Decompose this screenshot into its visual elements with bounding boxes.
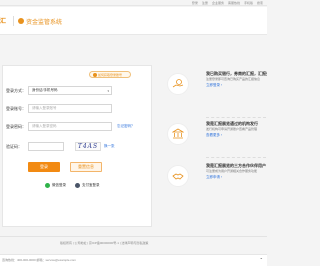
password-input[interactable]: 请输入登录密码 — [28, 122, 112, 131]
account-tip-link[interactable]: 如何获取登录账号 — [89, 71, 131, 78]
captcha-refresh-link[interactable]: 换一张 — [104, 144, 115, 149]
side-item-partner: 我是汇报展览的三方合作伙伴用户 可注册成为用户开通相关合作服务功能 立即申请 › — [167, 163, 267, 193]
forgot-password-link[interactable]: 忘记密码？ — [117, 124, 135, 129]
side-item-institution: 我是汇报展览通过的机构发行 发行机构可申请开通账户查看产品管理 查看更多 › — [167, 121, 267, 151]
side-link-institution[interactable]: 查看更多 › — [206, 133, 222, 138]
contact-info: 咨询热线：400-000-0000 邮箱：service@example.com — [2, 258, 76, 262]
side-link-partner[interactable]: 立即申请 › — [206, 175, 222, 180]
side-item-buyer: 我已购买银行，券商的汇报，汇报查看 注册登录即可查询已购买产品的汇报信息 立即登… — [167, 71, 267, 101]
wechat-login-label: 微信登录 — [52, 183, 66, 187]
account-label: 登录账号： — [6, 106, 26, 111]
brand-icon — [18, 18, 24, 24]
chevron-down-icon: ▾ — [107, 88, 109, 93]
footer-text: 版权所有 | 公司地址 | 京ICP备00000000号-1 | 法律声明与隐私… — [60, 241, 149, 245]
main-area: 如何获取登录账号 登录方式： 身份证/手机号码 ▾ 登录账号： 请输入登录账号 … — [0, 35, 267, 236]
topnav-register[interactable]: 注册 — [202, 1, 208, 5]
captcha-row: 验证码： T4AS 换一张 — [3, 142, 153, 152]
side-link-buyer[interactable]: 立即登录 › — [206, 83, 222, 88]
topnav-enterprise[interactable]: 企业服务 — [212, 1, 224, 5]
account-input[interactable]: 请输入登录账号 — [28, 104, 112, 113]
handshake-icon — [167, 165, 189, 187]
wechat-icon — [45, 183, 50, 188]
login-type-label: 登录方式： — [6, 88, 26, 93]
account-placeholder: 请输入登录账号 — [32, 106, 57, 110]
captcha-label: 验证码： — [6, 144, 22, 149]
button-row: 登录 重置信息 — [3, 162, 153, 172]
topnav-login[interactable]: 登录 — [192, 1, 198, 5]
captcha-image[interactable]: T4AS — [75, 142, 101, 151]
logo[interactable]: 汇 — [0, 16, 6, 25]
login-type-select[interactable]: 身份证/手机号码 ▾ — [28, 86, 112, 95]
topnav-search[interactable]: 搜索 — [257, 1, 263, 5]
side-desc-institution: 发行机构可申请开通账户查看产品管理 — [206, 127, 258, 131]
back-to-top-icon[interactable]: ⌃ — [260, 257, 263, 262]
hand-money-icon — [167, 73, 189, 95]
third-party-login: 微信登录 支付宝登录 — [3, 183, 153, 191]
password-placeholder: 请输入登录密码 — [32, 124, 57, 128]
tip-text: 如何获取登录账号 — [98, 72, 123, 77]
side-divider — [206, 117, 266, 118]
footer-divider — [0, 236, 267, 237]
side-divider — [206, 157, 266, 158]
alipay-login-label: 支付宝登录 — [82, 183, 100, 187]
side-desc-partner: 可注册成为用户开通相关合作服务功能 — [206, 169, 258, 173]
header: 汇 资金监管系统 — [0, 7, 267, 35]
reset-button[interactable]: 重置信息 — [70, 162, 102, 172]
captcha-input[interactable] — [28, 142, 64, 151]
bank-icon — [167, 123, 189, 145]
top-nav: 登录 注册 企业服务 客服热线 手机版 搜索 — [192, 1, 263, 5]
info-icon — [93, 72, 97, 77]
header-divider — [13, 16, 14, 26]
top-bar: 登录 注册 企业服务 客服热线 手机版 搜索 — [0, 0, 267, 6]
wechat-login[interactable]: 微信登录 — [45, 183, 66, 188]
page-title: 资金监管系统 — [26, 20, 63, 26]
bottom-bar: 咨询热线：400-000-0000 邮箱：service@example.com… — [0, 254, 267, 266]
login-button[interactable]: 登录 — [28, 162, 60, 172]
alipay-login[interactable]: 支付宝登录 — [75, 183, 100, 188]
topnav-hotline[interactable]: 客服热线 — [228, 1, 240, 5]
login-type-value: 身份证/手机号码 — [32, 88, 58, 92]
login-type-row: 登录方式： 身份证/手机号码 ▾ — [3, 86, 153, 96]
password-row: 登录密码： 请输入登录密码 忘记密码？ — [3, 122, 153, 132]
side-desc-buyer: 注册登录即可查询已购买产品的汇报信息 — [206, 77, 261, 81]
account-row: 登录账号： 请输入登录账号 — [3, 104, 153, 114]
alipay-icon — [75, 183, 80, 188]
topnav-mobile[interactable]: 手机版 — [244, 1, 253, 5]
login-form: 如何获取登录账号 登录方式： 身份证/手机号码 ▾ 登录账号： 请输入登录账号 … — [2, 65, 152, 227]
password-label: 登录密码： — [6, 124, 26, 129]
